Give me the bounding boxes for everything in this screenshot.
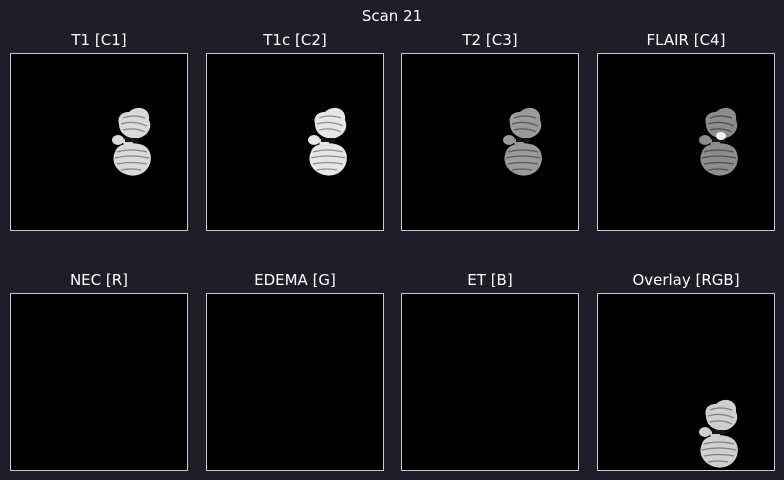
figure-window: Scan 21 T1 [C1] T1c [C2] T2 [C3] FLAIR [… — [0, 0, 784, 480]
panel-title-t1: T1 [C1] — [71, 31, 127, 49]
panel-title-overlay: Overlay [RGB] — [632, 271, 740, 289]
brain-slice — [699, 107, 738, 176]
image-overlay — [597, 293, 775, 471]
image-t2 — [401, 53, 579, 231]
figure-title: Scan 21 — [361, 7, 423, 25]
image-edema — [206, 293, 384, 471]
panel-title-nec: NEC [R] — [69, 271, 129, 289]
image-et — [401, 293, 579, 471]
brain-slice — [503, 107, 542, 176]
panel-title-t1c: T1c [C2] — [263, 31, 327, 49]
image-flair — [597, 53, 775, 231]
brain-slice — [112, 107, 151, 176]
panel-title-flair: FLAIR [C4] — [646, 31, 726, 49]
image-t1c — [206, 53, 384, 231]
panel-title-edema: EDEMA [G] — [254, 271, 336, 289]
panel-title-et: ET [B] — [467, 271, 513, 289]
image-nec — [10, 293, 188, 471]
image-t1 — [10, 53, 188, 231]
panel-title-t2: T2 [C3] — [462, 31, 518, 49]
brain-slice — [308, 107, 347, 176]
brain-slice — [699, 399, 738, 468]
